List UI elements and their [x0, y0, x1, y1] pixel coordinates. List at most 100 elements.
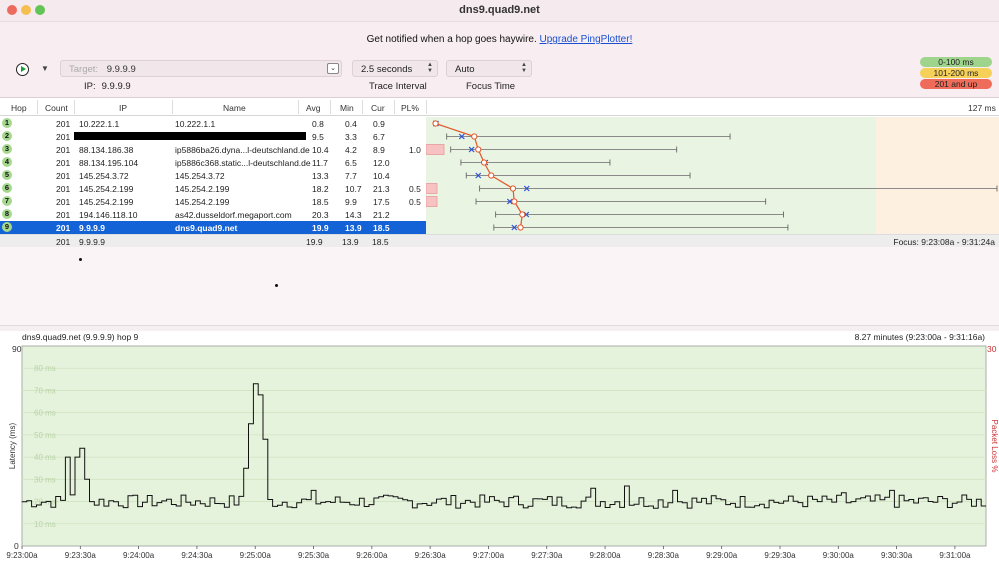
cell-count: 201 — [56, 184, 71, 194]
average-latency-point — [488, 172, 495, 179]
target-value: 9.9.9.9 — [106, 64, 136, 75]
x-tick-label: 9:24:30a — [181, 551, 213, 560]
cell-min: 0.4 — [345, 119, 357, 129]
cell-min: 13.9 — [345, 223, 362, 233]
latency-graph[interactable]: 80 ms70 ms60 ms50 ms40 ms30 ms20 ms10 ms… — [0, 342, 999, 562]
stray-dot — [275, 284, 278, 287]
col-count[interactable]: Count — [45, 103, 68, 113]
table-row[interactable]: 8 201 194.146.118.10 as42.dusseldorf.megapo… — [0, 208, 426, 221]
table-row[interactable]: 3 201 88.134.186.38 ip5886ba26.dyna...l-deu… — [0, 143, 426, 156]
cell-avg: 11.7 — [312, 158, 328, 168]
interval-value: 2.5 seconds — [361, 64, 413, 75]
col-avg[interactable]: Avg — [306, 103, 321, 113]
packet-loss-bar — [426, 144, 445, 155]
packet-loss-bar — [426, 183, 438, 194]
col-min[interactable]: Min — [340, 103, 354, 113]
table-row[interactable]: 7 201 145.254.2.199 145.254.2.199 18.5 9.9 17.… — [0, 195, 426, 208]
legend-green: 0-100 ms — [920, 57, 992, 67]
average-latency-point — [517, 224, 524, 231]
summary-avg: 19.9 — [306, 237, 323, 247]
focus-value: Auto — [455, 64, 475, 75]
x-tick-label: 9:30:30a — [881, 551, 913, 560]
chevron-down-icon[interactable]: ▼ — [41, 64, 49, 73]
hop-number: 9 — [2, 222, 12, 232]
legend-red: 201 and up — [920, 79, 992, 89]
stepper-icon[interactable]: ▲ ▼ — [520, 62, 528, 75]
upgrade-link[interactable]: Upgrade PingPlotter! — [540, 34, 633, 45]
table-row[interactable]: 6 201 145.254.2.199 145.254.2.199 18.2 10.7 21… — [0, 182, 426, 195]
hop-number: 6 — [2, 183, 12, 193]
cell-cur: 12.0 — [373, 158, 390, 168]
table-row[interactable]: 5 201 145.254.3.72 145.254.3.72 13.3 7.7 10.4 — [0, 169, 426, 182]
summary-min: 13.9 — [342, 237, 359, 247]
cell-name: 145.254.2.199 — [175, 184, 230, 194]
graph-plot-area — [21, 345, 987, 547]
stepper-icon[interactable]: ▲ ▼ — [426, 62, 434, 75]
target-label: Target: — [69, 64, 99, 75]
col-name[interactable]: Name — [223, 103, 246, 113]
y-axis-max-label: 90 — [12, 344, 22, 354]
cell-ip: 145.254.3.72 — [79, 171, 129, 181]
cell-name: 145.254.2.199 — [175, 197, 230, 207]
y2-axis-label: Packet Loss % — [990, 420, 999, 473]
cell-avg: 0.8 — [312, 119, 324, 129]
cell-cur: 6.7 — [373, 132, 385, 142]
cell-cur: 8.9 — [373, 145, 385, 155]
play-icon[interactable] — [16, 63, 29, 76]
cell-count: 201 — [56, 223, 71, 233]
hop-number: 1 — [2, 118, 12, 128]
focus-time-label: Focus Time — [466, 81, 516, 92]
cell-avg: 19.9 — [312, 223, 329, 233]
hop-number: 7 — [2, 196, 12, 206]
gridline-label: 80 ms — [34, 364, 56, 373]
x-tick-label: 9:27:00a — [473, 551, 505, 560]
title-bar: dns9.quad9.net — [0, 0, 999, 22]
x-tick-label: 9:28:00a — [589, 551, 621, 560]
banner-text: Get notified when a hop goes haywire. — [366, 34, 537, 45]
summary-cur: 18.5 — [372, 237, 389, 247]
x-tick-label: 9:24:00a — [123, 551, 155, 560]
target-dropdown-icon[interactable]: ⌄ — [327, 63, 339, 74]
trace-interval-field[interactable]: 2.5 seconds ▲ ▼ — [352, 60, 438, 77]
cell-count: 201 — [56, 210, 71, 220]
average-latency-point — [511, 198, 518, 205]
cell-min: 14.3 — [345, 210, 362, 220]
cell-count: 201 — [56, 119, 71, 129]
focus-range: Focus: 9:23:08a - 9:31:24a — [893, 237, 995, 247]
average-latency-point — [432, 120, 439, 127]
col-cur[interactable]: Cur — [371, 103, 385, 113]
cell-ip: 9.9.9.9 — [79, 223, 105, 233]
col-hop[interactable]: Hop — [11, 103, 27, 113]
trace-interval-label: Trace Interval — [369, 81, 427, 92]
trace-graph — [426, 120, 998, 231]
cell-count: 201 — [56, 132, 71, 142]
cell-pl: 0.5 — [409, 184, 421, 194]
cell-min: 6.5 — [345, 158, 357, 168]
gridline-label: 60 ms — [34, 409, 56, 418]
table-row[interactable]: 4 201 88.134.195.104 ip5886c368.static...l-… — [0, 156, 426, 169]
cell-name: dns9.quad9.net — [175, 223, 238, 233]
average-latency-point — [480, 159, 488, 166]
table-row[interactable]: 1 201 10.222.1.1 10.222.1.1 0.8 0.4 0.9 — [0, 117, 426, 130]
packet-loss-bar — [426, 196, 438, 207]
cell-pl: 0.5 — [409, 197, 421, 207]
gridline-label: 40 ms — [34, 453, 56, 462]
trace-scale-label: 127 ms — [968, 103, 996, 113]
stray-dot — [79, 258, 82, 261]
x-tick-label: 9:26:00a — [356, 551, 388, 560]
average-latency-point — [509, 185, 517, 192]
col-ip[interactable]: IP — [119, 103, 127, 113]
table-row[interactable]: 2 201 9.5 3.3 6.7 — [0, 130, 426, 143]
cell-avg: 13.3 — [312, 171, 329, 181]
cell-count: 201 — [56, 197, 71, 207]
hop-number: 3 — [2, 144, 12, 154]
average-latency-point — [475, 146, 482, 153]
cell-avg: 18.2 — [312, 184, 329, 194]
col-pl[interactable]: PL% — [401, 103, 419, 113]
focus-time-field[interactable]: Auto ▲ ▼ — [446, 60, 532, 77]
target-field[interactable]: Target: 9.9.9.9 ⌄ — [60, 60, 342, 77]
graph-range[interactable]: 8.27 minutes (9:23:00a - 9:31:16a) — [855, 332, 985, 342]
cell-avg: 18.5 — [312, 197, 329, 207]
x-tick-label: 9:29:30a — [764, 551, 796, 560]
table-row[interactable]: 9 201 9.9.9.9 dns9.quad9.net 19.9 13.9 18.5 — [0, 221, 426, 234]
